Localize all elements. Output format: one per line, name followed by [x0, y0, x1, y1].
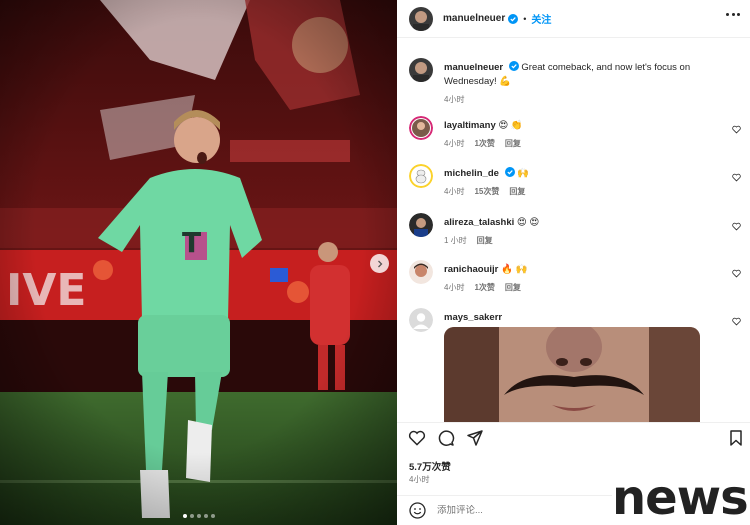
- emoji-icon[interactable]: [409, 502, 426, 519]
- news-watermark: news: [612, 472, 750, 525]
- comment-text: 🔥 🙌: [501, 264, 528, 275]
- separator: •: [523, 13, 527, 24]
- verified-icon: [504, 167, 515, 177]
- avatar[interactable]: [409, 6, 433, 31]
- avatar[interactable]: [409, 164, 433, 188]
- comment-username[interactable]: mays_sakerr: [444, 312, 502, 323]
- carousel-indicator: [0, 514, 397, 518]
- comment-likes[interactable]: 1次赞: [474, 281, 494, 295]
- bookmark-icon[interactable]: [727, 429, 745, 447]
- carousel-dot: [210, 514, 215, 518]
- comment-likes[interactable]: 1次赞: [474, 137, 494, 151]
- comment-gif[interactable]: [444, 327, 700, 422]
- mustache-image: [444, 327, 700, 422]
- share-icon[interactable]: [466, 429, 484, 447]
- comment-username[interactable]: alireza_talashki: [444, 217, 514, 228]
- follow-button[interactable]: 关注: [531, 11, 551, 26]
- comment-username[interactable]: ranichaouijr: [444, 264, 498, 275]
- verified-icon: [508, 13, 519, 24]
- more-icon[interactable]: [726, 13, 740, 17]
- comment-time: 4小时: [444, 139, 465, 148]
- comments-list[interactable]: manuelneuer Great comeback, and now let'…: [397, 44, 750, 422]
- heart-icon[interactable]: [732, 317, 741, 326]
- comment-username[interactable]: michelin_de: [444, 168, 499, 179]
- avatar[interactable]: [409, 260, 433, 284]
- comment-input[interactable]: [437, 505, 607, 516]
- reply-button[interactable]: 回复: [477, 234, 493, 248]
- heart-icon[interactable]: [732, 222, 741, 231]
- comment-time: 4小时: [444, 283, 465, 292]
- goalkeeper-celebrating-image: IVE T: [0, 0, 397, 525]
- comment-text: 🙌: [517, 168, 530, 179]
- reply-button[interactable]: 回复: [509, 185, 525, 199]
- avatar[interactable]: [409, 213, 433, 237]
- carousel-dot: [182, 514, 187, 518]
- carousel-next-button[interactable]: [370, 254, 389, 273]
- heart-icon[interactable]: [732, 125, 741, 134]
- heart-icon[interactable]: [732, 269, 741, 278]
- carousel-dot: [189, 514, 194, 518]
- comment-icon[interactable]: [437, 429, 455, 447]
- caption-username[interactable]: manuelneuer: [444, 62, 503, 73]
- chevron-right-icon: [377, 260, 382, 267]
- comment-text: 😍 😍: [516, 217, 540, 228]
- comment-time: 4小时: [444, 187, 465, 196]
- avatar[interactable]: [409, 308, 433, 332]
- carousel-dot: [196, 514, 201, 518]
- reply-button[interactable]: 回复: [505, 137, 521, 151]
- likes-count[interactable]: 5.7万次赞: [409, 459, 451, 473]
- heart-icon[interactable]: [732, 173, 741, 182]
- avatar[interactable]: [409, 58, 433, 82]
- comment-username[interactable]: layaltimany: [444, 120, 496, 131]
- carousel-dot: [203, 514, 208, 518]
- post-time: 4小时: [409, 475, 430, 484]
- caption-time: 4小时: [444, 95, 465, 104]
- avatar[interactable]: [409, 116, 433, 140]
- post-photo[interactable]: IVE T: [0, 0, 397, 525]
- post-sidebar: manuelneuer • 关注 manuelneuer Great comeb…: [397, 0, 750, 525]
- comment-time: 1 小时: [444, 236, 467, 245]
- reply-button[interactable]: 回复: [505, 281, 521, 295]
- heart-icon[interactable]: [408, 429, 426, 447]
- verified-icon: [508, 61, 519, 71]
- post-header: manuelneuer • 关注: [397, 0, 750, 38]
- author-username[interactable]: manuelneuer: [443, 13, 505, 24]
- comment-text: 😍 👏: [498, 120, 523, 131]
- comment-likes[interactable]: 15次赞: [474, 185, 499, 199]
